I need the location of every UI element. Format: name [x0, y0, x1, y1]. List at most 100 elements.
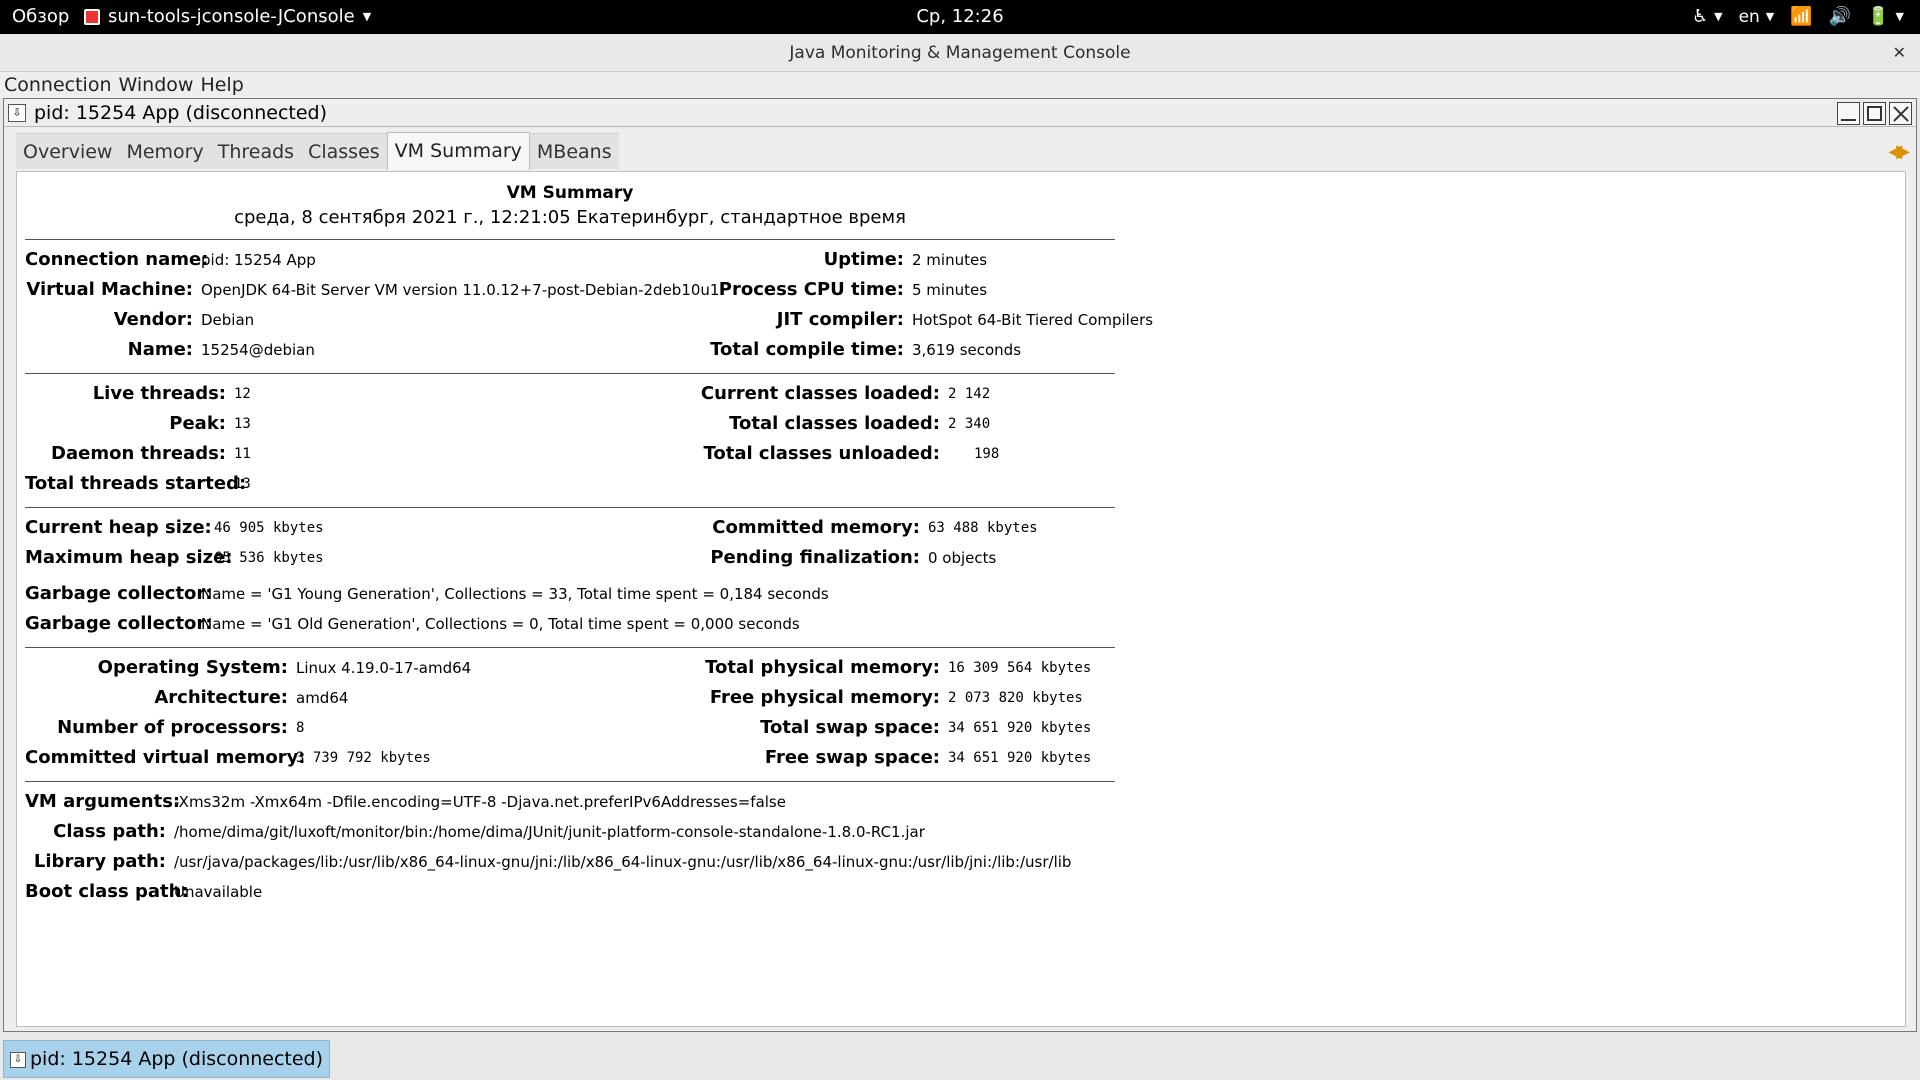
taskbar-item-connection[interactable]: ⇩ pid: 15254 App (disconnected) [3, 1040, 331, 1078]
os-label: Operating System: [97, 657, 288, 678]
section-threads-classes: Live threads: 12 Current classes loaded:… [25, 379, 1115, 499]
menu-connection[interactable]: Connection [0, 72, 115, 98]
unloaded-classes-value: 198 [974, 446, 1000, 462]
gc-label: Garbage collector: [25, 583, 213, 604]
vm-summary: VM Summary среда, 8 сентября 2021 г., 12… [25, 172, 1153, 907]
committed-memory-value: 63 488 kbytes [928, 520, 1038, 536]
tab-bar: Overview Memory Threads Classes VM Summa… [16, 132, 619, 170]
section-os: Operating System: Linux 4.19.0-17-amd64 … [25, 653, 1115, 773]
library-path-value: /usr/java/packages/lib:/usr/lib/x86_64-l… [174, 853, 1072, 871]
tab-scroll-arrows-icon[interactable]: ◀▶ [1888, 141, 1910, 162]
menu-help[interactable]: Help [196, 72, 246, 98]
wifi-icon[interactable]: 📶 [1790, 0, 1812, 34]
uptime-value: 2 minutes [912, 251, 988, 269]
gc-young-value: Name = 'G1 Young Generation', Collection… [201, 585, 829, 603]
class-path-value: /home/dima/git/luxoft/monitor/bin:/home/… [174, 823, 925, 841]
chevron-down-icon[interactable]: ▼ [1896, 0, 1904, 34]
empty-cell [699, 469, 948, 499]
live-threads-label: Live threads: [92, 383, 226, 404]
jit-label: JIT compiler: [776, 309, 904, 330]
summary-date: среда, 8 сентября 2021 г., 12:21:05 Екат… [234, 207, 906, 228]
menu-bar: Connection Window Help [0, 72, 1920, 98]
divider [25, 239, 1115, 240]
window-title-bar[interactable]: Java Monitoring & Management Console ✕ [0, 34, 1920, 72]
menu-window[interactable]: Window [115, 72, 197, 98]
free-swap-value: 34 651 920 kbytes [948, 750, 1092, 766]
swap-space-value: 34 651 920 kbytes [948, 720, 1092, 736]
battery-icon[interactable]: 🔋 [1867, 0, 1889, 34]
tab-classes[interactable]: Classes [301, 133, 387, 169]
chevron-down-icon: ▼ [1765, 10, 1775, 23]
app-menu-label: sun-tools-jconsole-JConsole [108, 6, 355, 27]
volume-icon[interactable]: 🔊 [1829, 0, 1851, 34]
connection-name-label: Connection name: [25, 249, 209, 270]
vm-value: OpenJDK 64-Bit Server VM version 11.0.12… [201, 281, 720, 299]
daemon-threads-value: 11 [234, 446, 251, 462]
section-gc: Garbage collector: Name = 'G1 Young Gene… [25, 579, 1115, 639]
activities-button[interactable]: Обзор [12, 0, 69, 34]
gc-old-value: Name = 'G1 Old Generation', Collections … [201, 615, 800, 633]
pending-finalization-value: 0 objects [928, 549, 997, 567]
clock[interactable]: Ср, 12:26 [916, 6, 1003, 27]
peak-label: Peak: [169, 413, 226, 434]
virtual-memory-value: 3 739 792 kbytes [296, 750, 431, 766]
physical-memory-value: 16 309 564 kbytes [948, 660, 1092, 676]
empty-cell [948, 469, 1115, 499]
os-value: Linux 4.19.0-17-amd64 [296, 659, 472, 677]
close-window-icon[interactable]: ✕ [1893, 34, 1906, 72]
library-path-label: Library path: [33, 851, 166, 872]
taskbar-item-label: pid: 15254 App (disconnected) [30, 1048, 324, 1070]
architecture-value: amd64 [296, 689, 349, 707]
frame-title-bar[interactable]: ⇩ pid: 15254 App (disconnected) [4, 99, 1916, 127]
maximize-icon[interactable] [1863, 102, 1886, 125]
connection-name-value: pid: 15254 App [201, 251, 316, 269]
total-classes-value: 2 340 [948, 416, 991, 432]
vm-arguments-value: -Xms32m -Xmx64m -Dfile.encoding=UTF-8 -D… [174, 793, 786, 811]
close-icon[interactable] [1889, 102, 1912, 125]
committed-memory-label: Committed memory: [712, 517, 920, 538]
frame-icon[interactable]: ⇩ [8, 104, 26, 122]
heap-size-value: 46 905 kbytes [214, 520, 324, 536]
tab-memory[interactable]: Memory [119, 133, 211, 169]
vendor-label: Vendor: [113, 309, 193, 330]
current-classes-label: Current classes loaded: [700, 383, 940, 404]
divider [25, 373, 1115, 374]
threads-started-label: Total threads started: [25, 473, 247, 494]
tab-mbeans[interactable]: MBeans [529, 133, 619, 169]
max-heap-value: 65 536 kbytes [214, 550, 324, 566]
daemon-threads-label: Daemon threads: [51, 443, 226, 464]
name-label: Name: [127, 339, 193, 360]
divider [25, 647, 1115, 648]
tab-threads[interactable]: Threads [210, 133, 302, 169]
summary-title: VM Summary [506, 183, 634, 203]
processors-label: Number of processors: [57, 717, 288, 738]
pending-finalization-label: Pending finalization: [710, 547, 920, 568]
free-physical-memory-label: Free physical memory: [709, 687, 940, 708]
activities-label: Обзор [12, 6, 70, 27]
accessibility-icon[interactable]: ♿ [1692, 0, 1708, 34]
threads-started-value: 13 [234, 476, 251, 492]
minimize-icon[interactable] [1837, 102, 1860, 125]
chevron-down-icon: ▼ [1714, 10, 1723, 23]
unloaded-classes-label: Total classes unloaded: [703, 443, 940, 464]
physical-memory-label: Total physical memory: [705, 657, 940, 678]
max-heap-label: Maximum heap size: [25, 547, 233, 568]
total-classes-label: Total classes loaded: [729, 413, 940, 434]
cpu-time-label: Process CPU time: [718, 279, 904, 300]
input-language[interactable]: en [1739, 0, 1760, 34]
peak-value: 13 [234, 416, 251, 432]
current-classes-value: 2 142 [948, 386, 991, 402]
tab-vm-summary[interactable]: VM Summary [386, 132, 530, 170]
swap-space-label: Total swap space: [760, 717, 940, 738]
vm-label: Virtual Machine: [26, 279, 193, 300]
cpu-time-value: 5 minutes [912, 281, 988, 299]
free-swap-label: Free swap space: [764, 747, 940, 768]
java-app-icon [84, 9, 100, 25]
class-path-label: Class path: [53, 821, 166, 842]
vendor-value: Debian [201, 311, 255, 329]
uptime-label: Uptime: [823, 249, 904, 270]
app-menu-button[interactable]: sun-tools-jconsole-JConsole ▼ [84, 0, 371, 34]
free-physical-memory-value: 2 073 820 kbytes [948, 690, 1083, 706]
processors-value: 8 [296, 720, 305, 736]
tab-overview[interactable]: Overview [16, 133, 120, 169]
